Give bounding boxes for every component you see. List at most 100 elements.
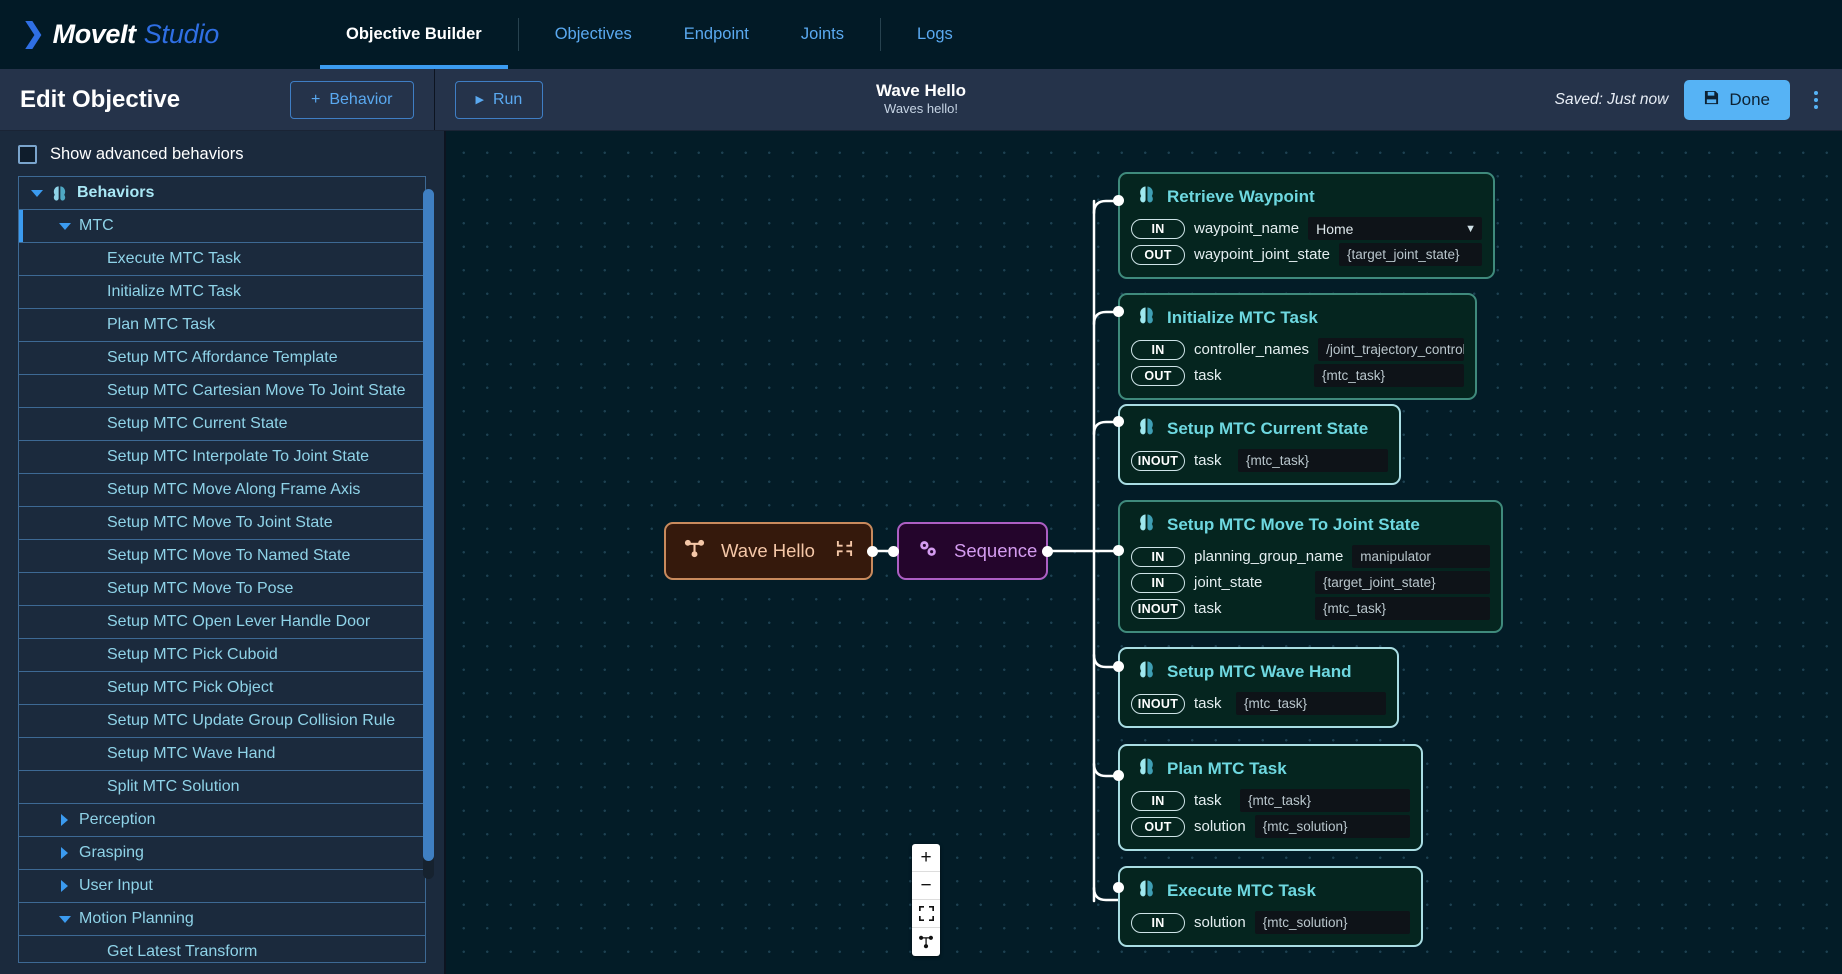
port-value-text: {mtc_task} [1248, 793, 1312, 808]
port-value-select[interactable]: Home ▼ [1308, 217, 1482, 240]
sidebar-scrollbar[interactable] [423, 189, 434, 879]
tree-item-perception[interactable]: Perception [19, 804, 425, 837]
caret-right-icon[interactable] [59, 847, 71, 859]
tree-item-plan-mtc-task[interactable]: Plan MTC Task [19, 309, 425, 342]
port-dot-node-in[interactable] [1113, 770, 1124, 781]
port-dot-sequence-out[interactable] [1042, 546, 1053, 557]
caret-down-icon[interactable] [59, 220, 71, 232]
caret-right-icon[interactable] [59, 814, 71, 826]
tree-item-grasping[interactable]: Grasping [19, 837, 425, 870]
tree-item-setup-mtc-move-to-pose[interactable]: Setup MTC Move To Pose [19, 573, 425, 606]
port-dot-node-in[interactable] [1113, 882, 1124, 893]
tab-objectives[interactable]: Objectives [529, 0, 658, 69]
objective-description: Waves hello! [884, 100, 958, 116]
tab-logs[interactable]: Logs [891, 0, 979, 69]
tree-caret-placeholder [87, 781, 99, 793]
port-value-input[interactable]: {mtc_solution} [1254, 815, 1410, 838]
node-setup-mtc-move-to-joint-state[interactable]: Setup MTC Move To Joint State IN planning_… [1118, 500, 1503, 633]
port-row: IN solution {mtc_solution} [1131, 910, 1410, 935]
tree-item-setup-mtc-update-group-collision-rule[interactable]: Setup MTC Update Group Collision Rule [19, 705, 425, 738]
port-dot-sequence-in[interactable] [888, 546, 899, 557]
tab-objective-builder[interactable]: Objective Builder [320, 0, 508, 69]
run-button[interactable]: ▶ Run [454, 80, 544, 119]
tree-item-label: User Input [79, 877, 153, 894]
layout-tree-icon[interactable] [912, 928, 940, 956]
add-behavior-button[interactable]: + Behavior [290, 80, 414, 119]
nav-divider-2 [880, 18, 881, 51]
node-execute-mtc-task[interactable]: Execute MTC Task IN solution {mtc_solution} [1118, 866, 1423, 947]
node-initialize-mtc-task[interactable]: Initialize MTC Task IN controller_names/jo… [1118, 293, 1477, 400]
port-value-input[interactable]: {mtc_task} [1240, 789, 1410, 812]
done-button[interactable]: Done [1684, 79, 1790, 120]
port-name: solution [1194, 914, 1246, 931]
tree-item-setup-mtc-move-to-joint-state[interactable]: Setup MTC Move To Joint State [19, 507, 425, 540]
kebab-menu-icon[interactable] [1806, 85, 1826, 115]
zoom-in-button[interactable]: + [912, 844, 940, 872]
tree-item-setup-mtc-pick-object[interactable]: Setup MTC Pick Object [19, 672, 425, 705]
tree-item-setup-mtc-interpolate-to-joint-state[interactable]: Setup MTC Interpolate To Joint State [19, 441, 425, 474]
tree-item-setup-mtc-wave-hand[interactable]: Setup MTC Wave Hand [19, 738, 425, 771]
port-value-input[interactable]: {mtc_solution} [1254, 911, 1410, 934]
tree-item-motion-planning[interactable]: Motion Planning [19, 903, 425, 936]
tree-caret-placeholder [87, 286, 99, 298]
tree-icon [684, 539, 705, 563]
tree-item-setup-mtc-current-state[interactable]: Setup MTC Current State [19, 408, 425, 441]
port-value-input[interactable]: {mtc_task} [1315, 597, 1490, 620]
port-dot-node-in[interactable] [1113, 306, 1124, 317]
node-wave-hello[interactable]: Wave Hello [664, 522, 873, 580]
tree-item-setup-mtc-affordance-template[interactable]: Setup MTC Affordance Template [19, 342, 425, 375]
fit-view-icon[interactable] [912, 900, 940, 928]
node-setup-mtc-current-state[interactable]: Setup MTC Current State INOUT task {mtc_tas… [1118, 404, 1401, 485]
port-value-input[interactable]: {target_joint_state} [1315, 571, 1490, 594]
page-title: Edit Objective [20, 85, 181, 113]
tree-item-setup-mtc-move-to-named-state[interactable]: Setup MTC Move To Named State [19, 540, 425, 573]
port-kind-badge: IN [1131, 546, 1185, 567]
behavior-tree-canvas[interactable]: Wave Hello Sequence Retrieve Waypoint IN w… [446, 131, 1842, 974]
node-sequence[interactable]: Sequence [897, 522, 1048, 580]
port-dot-node-in[interactable] [1113, 416, 1124, 427]
node-retrieve-waypoint[interactable]: Retrieve Waypoint IN waypoint_name Home ▼ OUT… [1118, 172, 1495, 279]
node-setup-mtc-wave-hand[interactable]: Setup MTC Wave Hand INOUT task {mtc_task} [1118, 647, 1399, 728]
tree-item-label: Setup MTC Affordance Template [107, 349, 338, 366]
caret-down-icon[interactable] [31, 187, 43, 199]
port-value-input[interactable]: /joint_trajectory_controller /ro [1318, 338, 1464, 361]
port-dot-root-out[interactable] [867, 546, 878, 557]
tree-caret-placeholder [87, 352, 99, 364]
port-dot-node-in[interactable] [1113, 661, 1124, 672]
node-title: Retrieve Waypoint [1167, 187, 1315, 206]
node-header: Retrieve Waypoint [1131, 182, 1482, 216]
port-value-text: {mtc_task} [1323, 601, 1387, 616]
port-value-input[interactable]: {mtc_task} [1238, 449, 1388, 472]
port-value-input[interactable]: {target_joint_state} [1338, 243, 1482, 266]
port-value-input[interactable]: {mtc_task} [1314, 364, 1464, 387]
tab-joints[interactable]: Joints [775, 0, 870, 69]
caret-right-icon[interactable] [59, 880, 71, 892]
tree-item-behaviors[interactable]: Behaviors [19, 177, 425, 210]
port-row: IN waypoint_name Home ▼ [1131, 216, 1482, 241]
tree-item-setup-mtc-cartesian-move-to-joint-state[interactable]: Setup MTC Cartesian Move To Joint State [19, 375, 425, 408]
tree-item-setup-mtc-pick-cuboid[interactable]: Setup MTC Pick Cuboid [19, 639, 425, 672]
port-dot-node-in[interactable] [1113, 195, 1124, 206]
sidebar-scrollbar-thumb[interactable] [423, 189, 434, 861]
zoom-out-button[interactable]: − [912, 872, 940, 900]
port-value-input[interactable]: manipulator [1352, 545, 1490, 568]
tree-item-mtc[interactable]: MTC [19, 210, 425, 243]
tree-item-setup-mtc-open-lever-handle-door[interactable]: Setup MTC Open Lever Handle Door [19, 606, 425, 639]
show-advanced-behaviors-label: Show advanced behaviors [50, 145, 244, 163]
show-advanced-behaviors-checkbox[interactable] [18, 145, 37, 164]
tree-item-setup-mtc-move-along-frame-axis[interactable]: Setup MTC Move Along Frame Axis [19, 474, 425, 507]
tree-item-user-input[interactable]: User Input [19, 870, 425, 903]
tab-endpoint[interactable]: Endpoint [658, 0, 775, 69]
port-dot-node-in[interactable] [1113, 545, 1124, 556]
collapse-icon[interactable] [836, 540, 853, 562]
app-logo[interactable]: ❯ MoveIt Studio [0, 0, 320, 69]
tree-item-initialize-mtc-task[interactable]: Initialize MTC Task [19, 276, 425, 309]
show-advanced-behaviors-row[interactable]: Show advanced behaviors [0, 131, 444, 176]
caret-down-icon[interactable] [59, 913, 71, 925]
port-row: OUT solution {mtc_solution} [1131, 814, 1410, 839]
tree-item-execute-mtc-task[interactable]: Execute MTC Task [19, 243, 425, 276]
node-plan-mtc-task[interactable]: Plan MTC Task IN task {mtc_task} OUT solution… [1118, 744, 1423, 851]
tree-item-split-mtc-solution[interactable]: Split MTC Solution [19, 771, 425, 804]
port-value-input[interactable]: {mtc_task} [1236, 692, 1386, 715]
tree-item-get-latest-transform[interactable]: Get Latest Transform [19, 936, 425, 962]
